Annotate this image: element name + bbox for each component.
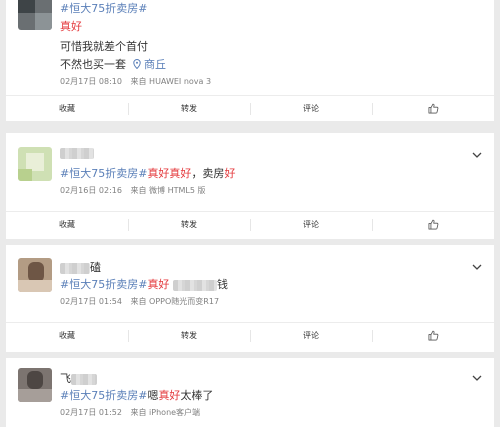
action-bar: 收藏 转发 评论: [6, 211, 494, 237]
post-text-line: #恒大75折卖房#真好真好，卖房好: [60, 165, 235, 181]
post-card: 飞 #恒大75折卖房#嗯真好太棒了 02月17日 01:52 来自 iPhone…: [6, 358, 494, 427]
location-link[interactable]: 商丘: [130, 58, 166, 71]
topic-hashtag[interactable]: #恒大75折卖房#: [60, 389, 147, 402]
location-name: 商丘: [144, 58, 166, 71]
user-name[interactable]: 飞: [60, 370, 97, 386]
comment-label: 评论: [303, 104, 319, 113]
post-source: 来自 HUAWEI nova 3: [130, 77, 212, 86]
comment-button[interactable]: 评论: [250, 96, 372, 121]
post-highlight: 真好: [158, 389, 181, 402]
chevron-down-icon[interactable]: [472, 263, 482, 271]
post-text: 嗯: [147, 389, 159, 402]
topic-hashtag[interactable]: #恒大75折卖房#: [60, 167, 147, 180]
post-highlight: 真好: [147, 278, 170, 291]
post-time[interactable]: 02月17日 01:54: [60, 297, 122, 306]
comment-label: 评论: [303, 331, 319, 340]
post-highlight: 好: [224, 167, 236, 180]
chevron-down-icon[interactable]: [472, 374, 482, 382]
favorite-label: 收藏: [59, 104, 75, 113]
post-text: ，卖房: [191, 167, 225, 180]
favorite-button[interactable]: 收藏: [6, 96, 128, 121]
post-meta: 02月16日 02:16 来自 微博 HTML5 版: [60, 185, 206, 196]
avatar[interactable]: [18, 368, 52, 402]
user-name-suffix: 磕: [90, 261, 101, 274]
post-meta: 02月17日 01:52 来自 iPhone客户端: [60, 407, 200, 418]
user-name[interactable]: [60, 146, 94, 159]
post-source: 来自 微博 HTML5 版: [130, 186, 206, 195]
repost-button[interactable]: 转发: [128, 323, 250, 348]
repost-label: 转发: [181, 331, 197, 340]
post-source: 来自 OPPO随光而变R17: [130, 297, 220, 306]
comment-label: 评论: [303, 220, 319, 229]
post-card: 磕 #恒大75折卖房#真好 钱 02月17日 01:54 来自 OPPO随光而变…: [6, 245, 494, 352]
location-pin-icon: [132, 58, 141, 70]
favorite-button[interactable]: 收藏: [6, 212, 128, 237]
post-time[interactable]: 02月17日 01:52: [60, 408, 122, 417]
repost-label: 转发: [181, 104, 197, 113]
comment-button[interactable]: 评论: [250, 212, 372, 237]
topic-hashtag[interactable]: #恒大75折卖房#: [60, 2, 147, 15]
post-highlight: 真好真好: [147, 167, 192, 180]
blurred-username: [60, 262, 90, 274]
avatar[interactable]: [18, 147, 52, 181]
post-text-line: 真好: [60, 20, 82, 33]
post-text: 钱: [216, 278, 228, 291]
post-text-line: #恒大75折卖房#嗯真好太棒了: [60, 387, 213, 403]
post-text-line: 不然也买一套 商丘: [60, 56, 166, 72]
thumbs-up-icon: [428, 219, 438, 230]
post-meta: 02月17日 01:54 来自 OPPO随光而变R17: [60, 296, 219, 307]
blurred-username: [71, 373, 97, 385]
topic-hashtag[interactable]: #恒大75折卖房#: [60, 278, 147, 291]
blurred-text: [172, 279, 217, 291]
favorite-label: 收藏: [59, 331, 75, 340]
like-button[interactable]: [372, 212, 494, 237]
post-text: 太棒了: [180, 389, 214, 402]
repost-button[interactable]: 转发: [128, 96, 250, 121]
post-card: #恒大75折卖房#真好真好，卖房好 02月16日 02:16 来自 微博 HTM…: [6, 133, 494, 239]
user-name[interactable]: 磕: [60, 259, 101, 275]
thumbs-up-icon: [428, 330, 438, 341]
comment-button[interactable]: 评论: [250, 323, 372, 348]
like-button[interactable]: [372, 96, 494, 121]
post-topic-line: #恒大75折卖房#: [60, 0, 147, 16]
action-bar: 收藏 转发 评论: [6, 322, 494, 348]
post-card: #恒大75折卖房# 真好 可惜我就差个首付 不然也买一套 商丘 02月17日 0…: [6, 0, 494, 121]
post-source: 来自 iPhone客户端: [130, 408, 201, 417]
post-text-line: #恒大75折卖房#真好 钱: [60, 276, 228, 292]
like-button[interactable]: [372, 323, 494, 348]
avatar[interactable]: [18, 0, 52, 30]
avatar[interactable]: [18, 258, 52, 292]
repost-label: 转发: [181, 220, 197, 229]
post-text: 不然也买一套: [60, 58, 126, 71]
post-text-line: 可惜我就差个首付: [60, 40, 148, 53]
user-name-prefix: 飞: [60, 372, 71, 385]
favorite-label: 收藏: [59, 220, 75, 229]
post-meta: 02月17日 08:10 来自 HUAWEI nova 3: [60, 76, 211, 87]
thumbs-up-icon: [428, 103, 438, 114]
repost-button[interactable]: 转发: [128, 212, 250, 237]
weibo-feed: #恒大75折卖房# 真好 可惜我就差个首付 不然也买一套 商丘 02月17日 0…: [0, 0, 500, 427]
chevron-down-icon[interactable]: [472, 151, 482, 159]
action-bar: 收藏 转发 评论: [6, 95, 494, 121]
favorite-button[interactable]: 收藏: [6, 323, 128, 348]
post-time[interactable]: 02月16日 02:16: [60, 186, 122, 195]
post-time[interactable]: 02月17日 08:10: [60, 77, 122, 86]
blurred-username: [60, 147, 94, 159]
